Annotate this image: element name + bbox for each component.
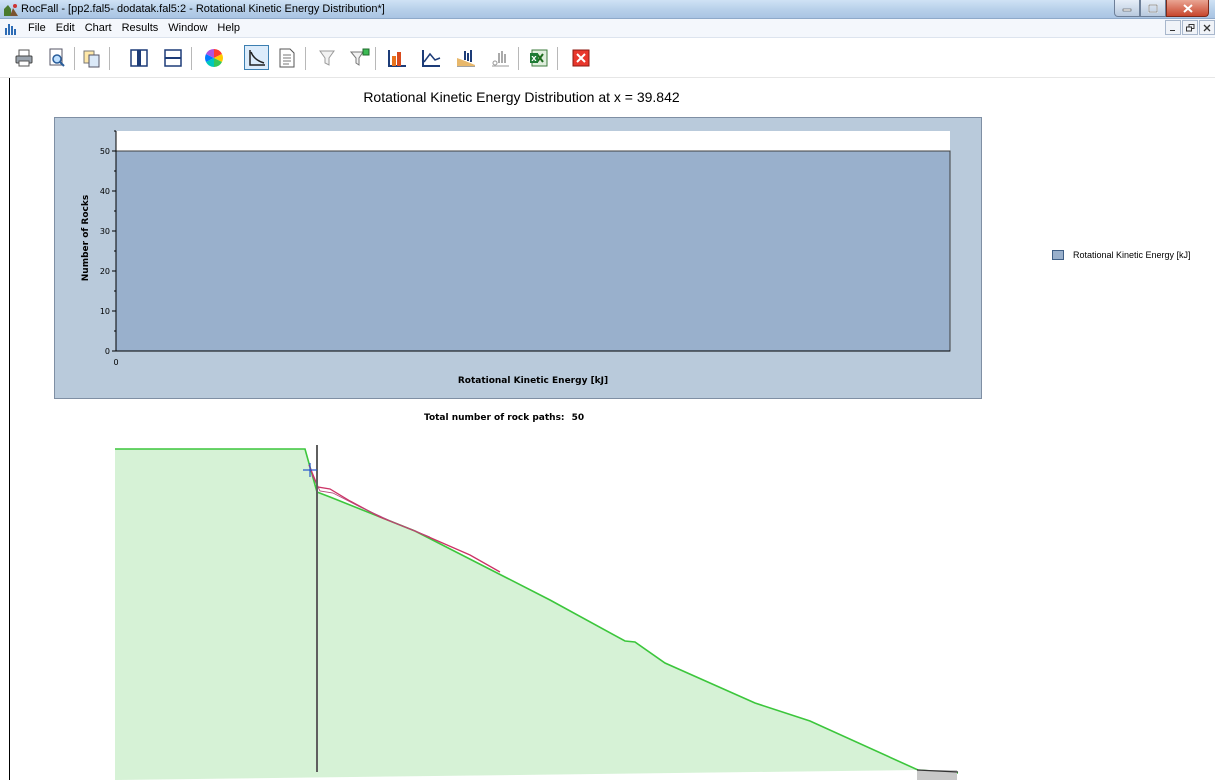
- y-tick-label: 20: [100, 267, 110, 276]
- document-close-button[interactable]: [1199, 20, 1215, 35]
- filter-icon[interactable]: [316, 47, 338, 69]
- menu-edit[interactable]: Edit: [51, 22, 80, 34]
- legend-label: Rotational Kinetic Energy [kJ]: [1073, 250, 1191, 260]
- total-paths-label: Total number of rock paths:: [424, 413, 565, 423]
- document-restore-button[interactable]: [1182, 20, 1198, 35]
- maximize-button[interactable]: [1140, 0, 1166, 17]
- slope-ground: [115, 449, 918, 780]
- menu-file[interactable]: File: [23, 22, 51, 34]
- document-window-controls: [1164, 20, 1215, 35]
- window-controls: [1114, 0, 1209, 18]
- path-histogram-icon[interactable]: [489, 47, 511, 69]
- close-view-icon[interactable]: [570, 47, 592, 69]
- split-horizontal-icon[interactable]: [162, 47, 184, 69]
- slope-view-icon[interactable]: [244, 45, 269, 70]
- chart-title: Rotational Kinetic Energy Distribution a…: [363, 89, 680, 105]
- toolbar-separator: [375, 47, 376, 70]
- filter-settings-icon[interactable]: [349, 47, 371, 69]
- copy-icon[interactable]: [81, 47, 103, 69]
- y-tick-label: 0: [105, 347, 110, 356]
- y-axis-label: Number of Rocks: [81, 195, 91, 281]
- toolbar-separator: [191, 47, 192, 70]
- minimize-button[interactable]: [1114, 0, 1140, 17]
- print-icon[interactable]: [13, 47, 35, 69]
- menu-results[interactable]: Results: [117, 22, 164, 34]
- menu-window[interactable]: Window: [163, 22, 212, 34]
- histogram-icon[interactable]: [386, 47, 408, 69]
- excel-export-icon[interactable]: X: [528, 47, 550, 69]
- toolbar-separator: [74, 47, 75, 70]
- document-minimize-button[interactable]: [1165, 20, 1181, 35]
- rocfall-app-icon[interactable]: [4, 3, 18, 16]
- toolbar-separator: [305, 47, 306, 70]
- print-preview-icon[interactable]: [46, 47, 68, 69]
- window-title-bar[interactable]: RocFall - [pp2.fal5- dodatak.fal5:2 - Ro…: [0, 0, 1215, 19]
- y-tick-label: 50: [100, 147, 110, 156]
- x-axis-label: Rotational Kinetic Energy [kJ]: [458, 376, 608, 386]
- menu-chart[interactable]: Chart: [80, 22, 117, 34]
- svg-text:X: X: [531, 55, 537, 63]
- total-paths-value: 50: [571, 413, 585, 423]
- y-tick-label: 30: [100, 227, 110, 236]
- chart-document-icon[interactable]: [4, 22, 18, 35]
- y-tick-label: 40: [100, 187, 110, 196]
- total-rock-paths: Total number of rock paths: 50: [424, 413, 584, 423]
- split-vertical-icon[interactable]: [128, 47, 150, 69]
- chart-legend: Rotational Kinetic Energy [kJ]: [1052, 250, 1191, 260]
- histogram-bar[interactable]: [115, 150, 951, 352]
- histogram-chart[interactable]: 0 10 20 30 40 50 0 Number of Rocks Rotational…: [55, 118, 981, 398]
- y-tick-label: 10: [100, 307, 110, 316]
- cumulative-plot-icon[interactable]: [455, 47, 477, 69]
- color-wheel-icon[interactable]: [203, 47, 225, 69]
- toolbar: X: [0, 38, 1215, 78]
- toolbar-separator: [518, 47, 519, 70]
- line-graph-icon[interactable]: [420, 47, 442, 69]
- toolbar-separator: [557, 47, 558, 70]
- legend-swatch: [1052, 250, 1064, 260]
- toolbar-separator: [109, 47, 110, 70]
- menu-help[interactable]: Help: [212, 22, 245, 34]
- menu-bar: File Edit Chart Results Window Help: [0, 19, 1215, 38]
- slope-view[interactable]: [0, 435, 1215, 780]
- report-icon[interactable]: [276, 47, 298, 69]
- data-collector-line[interactable]: [316, 445, 318, 772]
- x-tick-label: 0: [113, 358, 118, 367]
- close-button[interactable]: [1166, 0, 1209, 17]
- chart-panel[interactable]: 0 10 20 30 40 50 0 Number of Rocks Rotational…: [54, 117, 982, 399]
- window-title: RocFall - [pp2.fal5- dodatak.fal5:2 - Ro…: [21, 3, 385, 15]
